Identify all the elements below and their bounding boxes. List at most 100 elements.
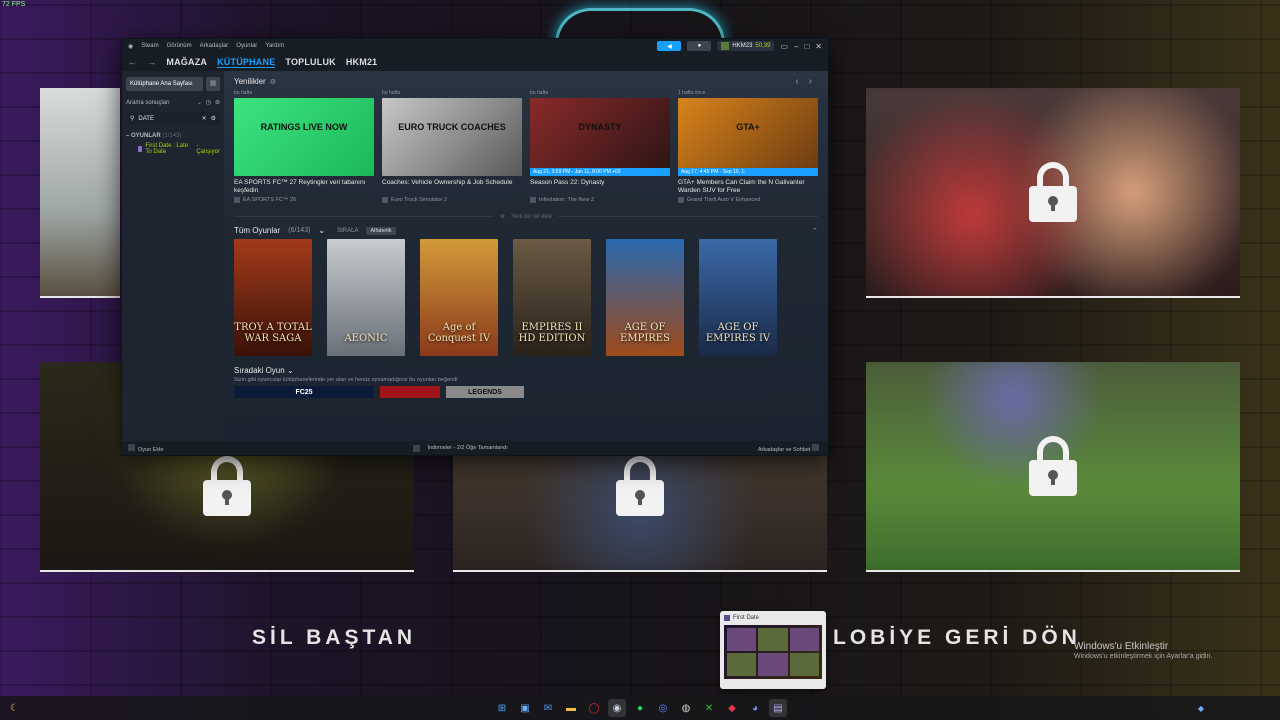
game-icon bbox=[234, 197, 240, 203]
menu-games[interactable]: Oyunlar bbox=[236, 43, 257, 49]
sidebar-game-first-date[interactable]: First Date : Late To Date - Çalışıyor bbox=[126, 143, 220, 155]
game-covers: TROY A TOTAL WAR SAGA AEONIC Age of Conque… bbox=[234, 239, 818, 356]
megaphone-icon: ◀ bbox=[667, 43, 672, 50]
restart-button[interactable]: SİL BAŞTAN bbox=[252, 626, 416, 650]
search-input[interactable]: DATE bbox=[138, 116, 197, 122]
add-game-button[interactable]: Oyun Ekle bbox=[128, 443, 163, 453]
fps-counter: 72 FPS bbox=[2, 1, 26, 8]
news-date: bu hafta bbox=[530, 90, 549, 96]
news-date: bu hafta bbox=[382, 90, 401, 96]
game-cover[interactable]: AEONIC bbox=[327, 239, 405, 356]
account-menu[interactable]: HKM23 50,39 bbox=[717, 41, 775, 51]
memory-tile-5[interactable] bbox=[866, 362, 1240, 572]
grid-view-icon[interactable]: ▦ bbox=[206, 77, 220, 91]
game-status: - Çalışıyor bbox=[196, 143, 220, 155]
up-next-item[interactable] bbox=[380, 386, 440, 398]
spotify-icon[interactable]: ● bbox=[631, 699, 649, 717]
xbox-icon[interactable]: ✕ bbox=[700, 699, 718, 717]
tab-community[interactable]: TOPLULUK bbox=[285, 57, 335, 67]
memory-tile-1[interactable] bbox=[40, 88, 120, 298]
memory-tile-2[interactable] bbox=[866, 88, 1240, 298]
up-next-header[interactable]: Sıradaki Oyun ⌄ bbox=[234, 366, 818, 375]
thumbnail-text: DYNASTY bbox=[578, 122, 622, 132]
news-headline: Season Pass 22: Dynasty bbox=[530, 179, 605, 186]
chevron-right-icon[interactable]: › bbox=[809, 76, 812, 87]
cast-icon[interactable]: ◆ bbox=[723, 699, 741, 717]
tab-library[interactable]: KÜTÜPHANE bbox=[217, 57, 276, 68]
tab-store[interactable]: MAĞAZA bbox=[166, 57, 207, 67]
notifications-button[interactable]: ● bbox=[687, 41, 712, 51]
big-picture-icon[interactable]: ▭ bbox=[780, 42, 788, 51]
back-arrow-icon[interactable]: ← bbox=[128, 57, 137, 67]
menu-help[interactable]: Yardım bbox=[265, 43, 284, 49]
lock-icon bbox=[203, 456, 251, 516]
cover-title: Age of Conquest IV bbox=[427, 322, 491, 344]
steam-icon[interactable]: ◉ bbox=[608, 699, 626, 717]
windows-icon[interactable]: ⊞ bbox=[493, 699, 511, 717]
folder-icon[interactable]: ▬ bbox=[562, 699, 580, 717]
explorer-icon[interactable]: ▣ bbox=[516, 699, 534, 717]
downloads-button[interactable]: İndirmeler - 2/2 Öğe Tamamlandı bbox=[413, 444, 508, 452]
menu-steam[interactable]: Steam bbox=[141, 43, 158, 49]
steam-content: Kütüphane Ana Sayfası ▦ Arama sonuçları … bbox=[122, 71, 828, 441]
announcement-button[interactable]: ◀ bbox=[657, 41, 682, 51]
game-cover[interactable]: AGE OF EMPIRES bbox=[606, 239, 684, 356]
chrome-icon[interactable]: ◍ bbox=[677, 699, 695, 717]
news-headline: EA SPORTS FC™ 27 Reytingler veri tabanın… bbox=[234, 179, 366, 194]
maximize-button[interactable]: □ bbox=[804, 42, 809, 51]
opera-icon[interactable]: ◯ bbox=[585, 699, 603, 717]
mail-icon[interactable]: ✉ bbox=[539, 699, 557, 717]
app-icon[interactable]: ◎ bbox=[654, 699, 672, 717]
library-home-button[interactable]: Kütüphane Ana Sayfası bbox=[126, 77, 203, 91]
steam-navbar: ← → MAĞAZA KÜTÜPHANE TOPLULUK HKM21 bbox=[122, 53, 828, 71]
discord-icon[interactable]: ◕ bbox=[746, 699, 764, 717]
steam-statusbar: Oyun Ekle İndirmeler - 2/2 Öğe Tamamland… bbox=[122, 441, 828, 455]
all-games-title[interactable]: Tüm Oyunlar bbox=[234, 226, 280, 235]
event-badge: Aug 21, 3:59 PM - Jan 11, 8:00 PM +03 bbox=[530, 168, 670, 176]
all-games-header: Tüm Oyunlar (6/143) ⌄ SIRALA Alfabetik ⌃ bbox=[234, 226, 818, 235]
library-sidebar: Kütüphane Ana Sayfası ▦ Arama sonuçları … bbox=[122, 71, 224, 441]
up-next-item[interactable]: LEGENDS bbox=[446, 386, 524, 398]
advanced-filter-icon[interactable]: ⚙ bbox=[211, 115, 216, 122]
collapse-shelf-icon[interactable]: ⌃ bbox=[812, 227, 818, 235]
chevron-left-icon[interactable]: ‹ bbox=[795, 76, 798, 87]
news-headline: Coaches: Vehicle Ownership & Job Schedul… bbox=[382, 179, 513, 186]
minimize-button[interactable]: – bbox=[794, 42, 798, 51]
avatar bbox=[721, 42, 730, 50]
forward-arrow-icon[interactable]: → bbox=[147, 57, 156, 67]
taskbar-window-preview[interactable]: First Date bbox=[720, 611, 826, 689]
whats-new-header: Yenilikler ⚙ ‹ › bbox=[234, 76, 812, 87]
clock-icon[interactable]: ◷ bbox=[206, 99, 211, 106]
news-card[interactable]: bu hafta DYNASTY Aug 21, 3:59 PM - Jan 11,… bbox=[530, 90, 670, 203]
add-shelf-button[interactable]: ⊕ Yeni bir raf ekle bbox=[234, 213, 818, 221]
sort-select[interactable]: Alfabetik bbox=[366, 226, 396, 235]
game-name: First Date : Late To Date bbox=[145, 143, 189, 155]
first-date-icon[interactable]: ▤ bbox=[769, 699, 787, 717]
category-games[interactable]: – OYUNLAR (1/143) bbox=[126, 133, 220, 139]
menu-view[interactable]: Görünüm bbox=[167, 43, 192, 49]
friends-chat-button[interactable]: Arkadaşlar ve Sohbet bbox=[758, 443, 822, 453]
gear-icon[interactable]: ⚙ bbox=[270, 78, 276, 86]
clear-icon[interactable]: ✕ bbox=[202, 115, 207, 122]
game-cover[interactable]: Age of Conquest IV bbox=[420, 239, 498, 356]
game-cover[interactable]: AGE OF EMPIRES IV bbox=[699, 239, 777, 356]
back-to-lobby-button[interactable]: LOBİYE GERİ DÖN bbox=[833, 626, 1081, 650]
chevron-down-icon[interactable]: ⌄ bbox=[318, 226, 325, 235]
news-thumbnail: RATINGS LIVE NOW bbox=[234, 98, 374, 176]
game-cover[interactable]: TROY A TOTAL WAR SAGA bbox=[234, 239, 312, 356]
up-next-item[interactable]: FC25 bbox=[234, 386, 374, 398]
filter-dropdown[interactable]: Arama sonuçları ⌄ ◷ ⊜ bbox=[126, 99, 220, 107]
category-label: OYUNLAR bbox=[131, 133, 161, 139]
news-card[interactable]: 1 hafta önce GTA+ Aug 17, 4:45 PM - Sep 10… bbox=[678, 90, 818, 203]
tab-profile[interactable]: HKM21 bbox=[346, 57, 378, 67]
news-card[interactable]: bu hafta RATINGS LIVE NOW EA SPORTS FC™ 27… bbox=[234, 90, 374, 203]
menu-friends[interactable]: Arkadaşlar bbox=[200, 43, 229, 49]
game-cover[interactable]: EMPIRES II HD EDITION bbox=[513, 239, 591, 356]
tray-icon[interactable]: ◆ bbox=[1198, 704, 1204, 713]
close-button[interactable]: ✕ bbox=[815, 42, 822, 51]
news-card[interactable]: bu hafta EURO TRUCK COACHES Coaches: Vehic… bbox=[382, 90, 522, 203]
news-source: Grand Theft Auto V Enhanced bbox=[687, 197, 761, 203]
up-next-row: FC25 LEGENDS bbox=[234, 386, 818, 398]
news-thumbnail: EURO TRUCK COACHES bbox=[382, 98, 522, 176]
filter-icon[interactable]: ⊜ bbox=[215, 99, 220, 106]
